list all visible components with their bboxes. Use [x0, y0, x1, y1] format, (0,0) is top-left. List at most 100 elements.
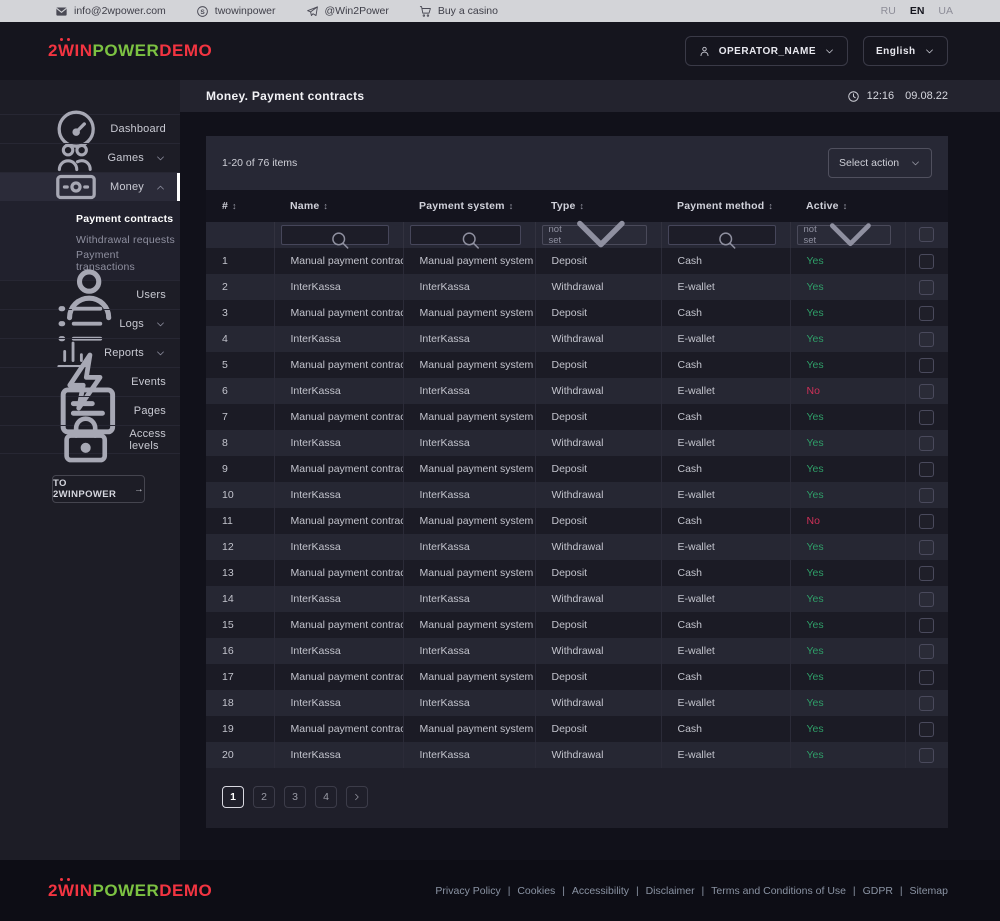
- column-header-name[interactable]: Name↕: [274, 190, 403, 222]
- logo-part-3: DEMO: [159, 881, 212, 900]
- row-checkbox[interactable]: [919, 410, 934, 425]
- cell-checkbox: [905, 716, 948, 742]
- sidebar-item-label: Money: [110, 181, 144, 193]
- row-checkbox[interactable]: [919, 722, 934, 737]
- cell-system: Manual payment system: [403, 456, 535, 482]
- cell-name: Manual payment contract: [274, 456, 403, 482]
- cell-num: 12: [206, 534, 274, 560]
- sidebar-item-label: Logs: [119, 318, 144, 330]
- page-button-2[interactable]: 2: [253, 786, 275, 808]
- contact-buy-a-casino[interactable]: Buy a casino: [419, 5, 498, 18]
- cell-method: Cash: [661, 352, 790, 378]
- type-filter-select[interactable]: not set: [542, 225, 647, 245]
- table-row: 3Manual payment contractManual payment s…: [206, 300, 948, 326]
- next-page-button[interactable]: [346, 786, 368, 808]
- cell-system: InterKassa: [403, 534, 535, 560]
- cell-system: InterKassa: [403, 482, 535, 508]
- page-button-1[interactable]: 1: [222, 786, 244, 808]
- cell-name: InterKassa: [274, 638, 403, 664]
- row-checkbox[interactable]: [919, 332, 934, 347]
- contact-info-2wpower-com[interactable]: info@2wpower.com: [55, 5, 166, 18]
- row-checkbox[interactable]: [919, 358, 934, 373]
- footer-link-privacy-policy[interactable]: Privacy Policy: [435, 885, 500, 897]
- cell-method: Cash: [661, 612, 790, 638]
- row-checkbox[interactable]: [919, 514, 934, 529]
- row-checkbox[interactable]: [919, 254, 934, 269]
- select-action-dropdown[interactable]: Select action: [828, 148, 932, 178]
- row-checkbox[interactable]: [919, 696, 934, 711]
- row-checkbox[interactable]: [919, 306, 934, 321]
- sidebar-item-label: Dashboard: [110, 123, 166, 135]
- cell-num: 17: [206, 664, 274, 690]
- row-checkbox[interactable]: [919, 462, 934, 477]
- row-checkbox[interactable]: [919, 670, 934, 685]
- row-checkbox[interactable]: [919, 748, 934, 763]
- clock-date: 09.08.22: [905, 90, 948, 102]
- cell-method: Cash: [661, 456, 790, 482]
- sidebar-item-access-levels[interactable]: Access levels: [0, 425, 180, 454]
- row-checkbox[interactable]: [919, 280, 934, 295]
- cell-checkbox: [905, 404, 948, 430]
- content: 1-20 of 76 items Select action #↕Name↕Pa…: [180, 112, 1000, 828]
- cell-active: No: [790, 508, 905, 534]
- lang-ua[interactable]: UA: [938, 5, 953, 17]
- table-row: 8InterKassaInterKassaWithdrawalE-walletY…: [206, 430, 948, 456]
- select-all-checkbox[interactable]: [919, 227, 934, 242]
- operator-dropdown[interactable]: OPERATOR_NAME: [685, 36, 848, 66]
- cell-active: Yes: [790, 326, 905, 352]
- cell-name: Manual payment contract: [274, 248, 403, 274]
- row-checkbox[interactable]: [919, 618, 934, 633]
- cell-checkbox: [905, 482, 948, 508]
- cell-system: InterKassa: [403, 586, 535, 612]
- sidebar-item-money[interactable]: Money: [0, 172, 180, 201]
- select-value: not set: [549, 224, 562, 246]
- sidebar-subitem-withdrawal-requests[interactable]: Withdrawal requests: [0, 229, 180, 250]
- column-header-payment-system[interactable]: Payment system↕: [403, 190, 535, 222]
- footer-link-accessibility[interactable]: Accessibility: [572, 885, 629, 897]
- cell-type: Withdrawal: [535, 430, 661, 456]
- contact-twowinpower[interactable]: Stwowinpower: [196, 5, 276, 18]
- column-header-payment-method[interactable]: Payment method↕: [661, 190, 790, 222]
- footer-separator: |: [559, 885, 568, 897]
- footer-separator: |: [699, 885, 708, 897]
- cell-checkbox: [905, 326, 948, 352]
- cell-num: 10: [206, 482, 274, 508]
- cell-method: E-wallet: [661, 326, 790, 352]
- chevron-up-icon: [155, 182, 166, 193]
- cell-active: Yes: [790, 482, 905, 508]
- cell-active: Yes: [790, 534, 905, 560]
- to-2winpower-button[interactable]: TO 2WINPOWER →: [52, 475, 145, 503]
- footer-link-sitemap[interactable]: Sitemap: [909, 885, 948, 897]
- page-button-3[interactable]: 3: [284, 786, 306, 808]
- footer-link-disclaimer[interactable]: Disclaimer: [646, 885, 695, 897]
- page-button-4[interactable]: 4: [315, 786, 337, 808]
- brand-header: 2WINPOWERDEMO OPERATOR_NAME English: [0, 22, 1000, 80]
- row-checkbox[interactable]: [919, 644, 934, 659]
- column-header-[interactable]: #↕: [206, 190, 274, 222]
- to-2winpower-label: TO 2WINPOWER: [53, 478, 127, 500]
- row-checkbox[interactable]: [919, 436, 934, 451]
- footer-logo[interactable]: 2WINPOWERDEMO: [48, 881, 212, 901]
- table-row: 20InterKassaInterKassaWithdrawalE-wallet…: [206, 742, 948, 768]
- language-dropdown[interactable]: English: [863, 36, 948, 66]
- row-checkbox[interactable]: [919, 540, 934, 555]
- logo[interactable]: 2WINPOWERDEMO: [48, 41, 212, 61]
- sidebar-item-label: Events: [131, 376, 166, 388]
- footer-link-gdpr[interactable]: GDPR: [863, 885, 893, 897]
- cell-method: Cash: [661, 560, 790, 586]
- cell-checkbox: [905, 274, 948, 300]
- cell-active: Yes: [790, 300, 905, 326]
- cell-system: InterKassa: [403, 326, 535, 352]
- sidebar-subitem-payment-contracts[interactable]: Payment contracts: [0, 208, 180, 229]
- contact-win2power[interactable]: @Win2Power: [306, 5, 389, 18]
- footer-link-terms-and-conditions-of-use[interactable]: Terms and Conditions of Use: [711, 885, 846, 897]
- row-checkbox[interactable]: [919, 384, 934, 399]
- row-checkbox[interactable]: [919, 566, 934, 581]
- footer-link-cookies[interactable]: Cookies: [517, 885, 555, 897]
- lang-en[interactable]: EN: [910, 5, 925, 17]
- row-checkbox[interactable]: [919, 488, 934, 503]
- lang-ru[interactable]: RU: [881, 5, 896, 17]
- language-label: English: [876, 46, 916, 57]
- row-checkbox[interactable]: [919, 592, 934, 607]
- active-filter-select[interactable]: not set: [797, 225, 891, 245]
